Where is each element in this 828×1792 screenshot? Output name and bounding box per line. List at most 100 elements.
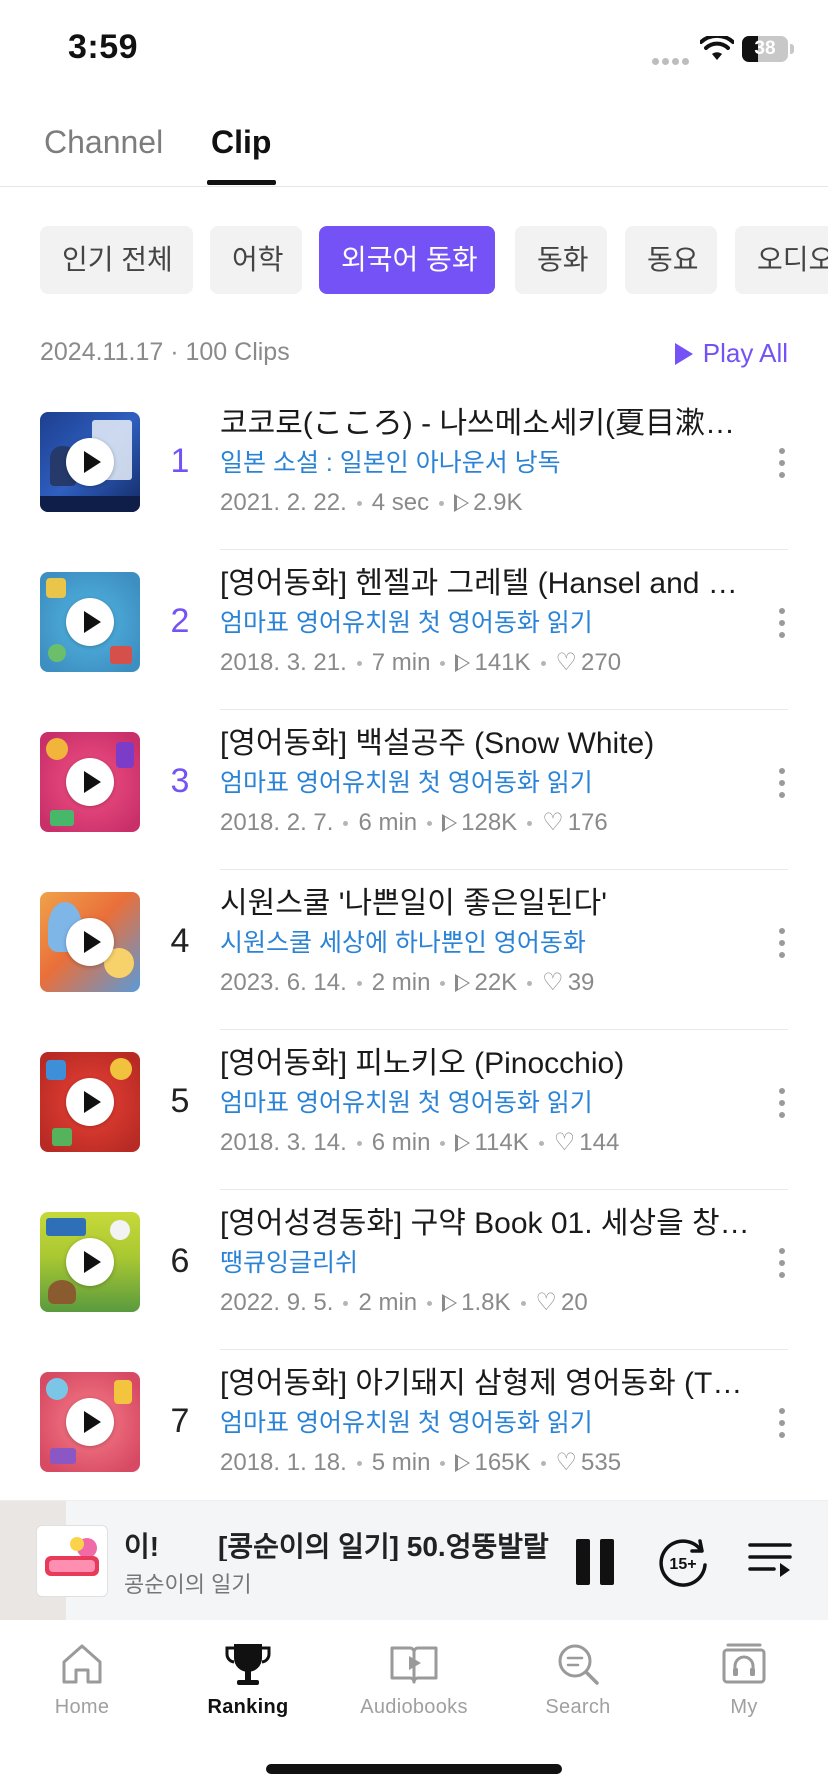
clip-plays: 22K [474,969,518,996]
now-playing-title-prefix: 이! [124,1531,160,1561]
play-icon [66,918,114,966]
mini-player[interactable]: 이! [콩순이의 일기] 50.엉뚱발랄 콩순이의 일기 15+ [0,1500,828,1621]
play-count-icon [455,1454,471,1472]
clip-channel-link[interactable]: 엄마표 영어유치원 첫 영어동화 읽기 [220,764,750,802]
play-count-icon [442,814,458,832]
nav-audiobooks[interactable]: Audiobooks [354,1640,474,1719]
play-icon [66,438,114,486]
clip-title[interactable]: [영어동화] 피노키오 (Pinocchio) [220,1044,750,1084]
nav-ranking[interactable]: Ranking [188,1640,308,1719]
clip-rank: 1 [170,442,190,480]
clip-channel-link[interactable]: 땡큐잉글리쉬 [220,1244,750,1282]
clip-title[interactable]: [영어동화] 헨젤과 그레텔 (Hansel and G... [220,564,750,604]
battery-cap [790,44,794,54]
clip-row[interactable]: 3 [영어동화] 백설공주 (Snow White) 엄마표 영어유치원 첫 영… [0,710,828,870]
now-playing-cover[interactable] [36,1525,108,1597]
play-icon [674,342,693,365]
tab-channel[interactable]: Channel [44,124,163,161]
chip-nursery-rhyme[interactable]: 동요 [625,226,717,294]
more-options-icon[interactable] [772,1088,792,1128]
nav-my-label: My [730,1696,758,1718]
play-count-icon [455,654,471,672]
nav-my[interactable]: My [684,1640,804,1719]
clip-channel-link[interactable]: 엄마표 영어유치원 첫 영어동화 읽기 [220,1404,750,1442]
nav-ranking-label: Ranking [207,1696,289,1718]
home-indicator [266,1764,562,1774]
now-playing-channel[interactable]: 콩순이의 일기 [124,1567,252,1599]
clip-likes: 535 [581,1449,622,1476]
now-playing-title-text: [콩순이의 일기] 50.엉뚱발랄 [218,1531,549,1561]
clip-meta: 2018. 3. 14. 6 min 114K ♡ 144 [220,1122,750,1164]
play-icon [66,1078,114,1126]
nav-home[interactable]: Home [22,1640,142,1719]
more-options-icon[interactable] [772,1248,792,1288]
play-icon [66,1398,114,1446]
clip-plays: 141K [474,649,531,676]
clip-row[interactable]: 1 코코로(こころ) - 나쓰메소세키(夏目漱石)... 일본 소설 : 일본인… [0,390,828,550]
clip-thumbnail[interactable] [40,1212,140,1312]
clip-row[interactable]: 7 [영어동화] 아기돼지 삼형제 영어동화 (Th... 엄마표 영어유치원 … [0,1350,828,1510]
clip-title[interactable]: [영어동화] 아기돼지 삼형제 영어동화 (Th... [220,1364,750,1404]
more-options-icon[interactable] [772,448,792,488]
heart-icon: ♡ [542,809,564,836]
heart-icon: ♡ [555,649,578,676]
pause-button[interactable] [574,1539,616,1585]
clip-rank: 3 [170,762,190,800]
chip-fairytale[interactable]: 동화 [515,226,607,294]
more-options-icon[interactable] [772,608,792,648]
clip-duration: 6 min [358,809,418,836]
more-options-icon[interactable] [772,1408,792,1448]
chip-foreign-fairytale[interactable]: 외국어 동화 [319,226,495,294]
play-count-icon [442,1294,458,1312]
chip-popular-all[interactable]: 인기 전체 [40,226,193,294]
clip-plays: 114K [474,1129,529,1156]
clip-title[interactable]: 시원스쿨 '나쁜일이 좋은일된다' [220,884,750,924]
heart-icon: ♡ [555,1449,578,1476]
clip-meta: 2018. 3. 21. 7 min 141K ♡ 270 [220,642,750,684]
clip-thumbnail[interactable] [40,1052,140,1152]
clip-meta: 2022. 9. 5. 2 min 1.8K ♡ 20 [220,1282,750,1324]
clip-channel-link[interactable]: 일본 소설 : 일본인 아나운서 낭독 [220,444,750,482]
play-all-button[interactable]: Play All [674,338,788,369]
more-options-icon[interactable] [772,928,792,968]
clip-date: 2022. 9. 5. [220,1289,334,1316]
clip-likes: 20 [561,1289,588,1316]
chip-audio[interactable]: 오디오 [735,226,828,294]
clip-thumbnail[interactable] [40,1372,140,1472]
clip-date: 2018. 3. 21. [220,649,347,676]
clip-channel-link[interactable]: 시원스쿨 세상에 하나뿐인 영어동화 [220,924,750,962]
clip-meta: 2018. 2. 7. 6 min 128K ♡ 176 [220,802,750,844]
clip-channel-link[interactable]: 엄마표 영어유치원 첫 영어동화 읽기 [220,604,750,642]
clip-title[interactable]: [영어동화] 백설공주 (Snow White) [220,724,750,764]
clip-duration: 6 min [371,1129,431,1156]
clip-channel-link[interactable]: 엄마표 영어유치원 첫 영어동화 읽기 [220,1084,750,1122]
clip-title[interactable]: [영어성경동화] 구약 Book 01. 세상을 창… [220,1204,750,1244]
clip-rank: 7 [170,1402,190,1440]
clip-meta: 2021. 2. 22. 4 sec 2.9K [220,482,750,524]
clip-thumbnail[interactable] [40,412,140,512]
clip-row[interactable]: 5 [영어동화] 피노키오 (Pinocchio) 엄마표 영어유치원 첫 영어… [0,1030,828,1190]
playlist-queue-icon[interactable] [748,1537,792,1581]
clip-title[interactable]: 코코로(こころ) - 나쓰메소세키(夏目漱石)... [220,404,750,444]
clip-duration: 5 min [371,1449,431,1476]
cellular-signal-icon [652,52,692,70]
tab-clip[interactable]: Clip [211,124,271,161]
play-icon [66,1238,114,1286]
clip-row[interactable]: 4 시원스쿨 '나쁜일이 좋은일된다' 시원스쿨 세상에 하나뿐인 영어동화 2… [0,870,828,1030]
more-options-icon[interactable] [772,768,792,808]
nav-audiobooks-label: Audiobooks [360,1696,468,1718]
clip-thumbnail[interactable] [40,892,140,992]
skip-forward-15-icon[interactable]: 15+ [656,1535,710,1589]
nav-search[interactable]: Search [518,1640,638,1719]
clip-row[interactable]: 2 [영어동화] 헨젤과 그레텔 (Hansel and G... 엄마표 영어… [0,550,828,710]
battery-icon: 38 [742,36,788,62]
clip-thumbnail[interactable] [40,572,140,672]
skip-label: 15+ [669,1556,696,1573]
wifi-icon [700,36,734,60]
now-playing-title[interactable]: 이! [콩순이의 일기] 50.엉뚱발랄 [124,1525,554,1561]
heart-icon: ♡ [553,1129,576,1156]
chip-language[interactable]: 어학 [210,226,302,294]
clip-row[interactable]: 6 [영어성경동화] 구약 Book 01. 세상을 창… 땡큐잉글리쉬 202… [0,1190,828,1350]
clip-thumbnail[interactable] [40,732,140,832]
clip-likes: 39 [567,969,595,996]
